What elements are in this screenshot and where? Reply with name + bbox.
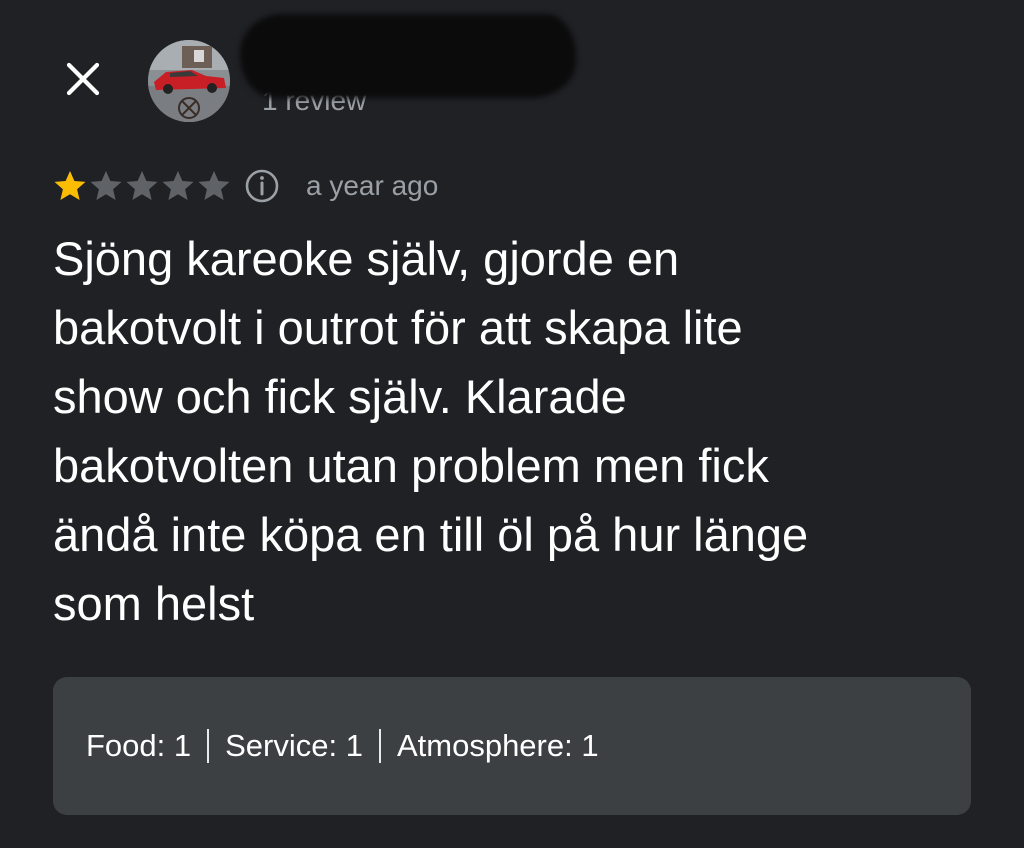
star-empty-icon (162, 171, 194, 200)
star-empty-icon (198, 171, 230, 200)
attribute-separator (207, 729, 210, 763)
review-detail-page: 1 review a year ago Sjöng kareoke själv,… (0, 0, 1024, 848)
review-text: Sjöng kareoke själv, gjorde en bakotvolt… (53, 232, 809, 630)
avatar[interactable] (148, 40, 230, 122)
star-rating (52, 168, 232, 204)
redacted-reviewer-name (240, 14, 576, 98)
close-button[interactable] (60, 56, 106, 102)
info-icon[interactable] (244, 168, 280, 204)
close-icon (66, 62, 100, 96)
attribute-rating: Atmosphere: 1 (396, 728, 599, 763)
avatar-car-photo (148, 40, 230, 122)
review-time: a year ago (306, 170, 439, 201)
star-filled-icon (54, 171, 86, 200)
attribute-rating: Service: 1 (225, 728, 363, 763)
attribute-ratings: Food: 1 Service: 1 Atmosphere: 1 (53, 677, 971, 815)
star-empty-icon (126, 171, 158, 200)
attribute-separator (378, 729, 381, 763)
attribute-rating: Food: 1 (86, 728, 192, 763)
rating-row: a year ago (52, 166, 438, 206)
star-empty-icon (90, 171, 122, 200)
